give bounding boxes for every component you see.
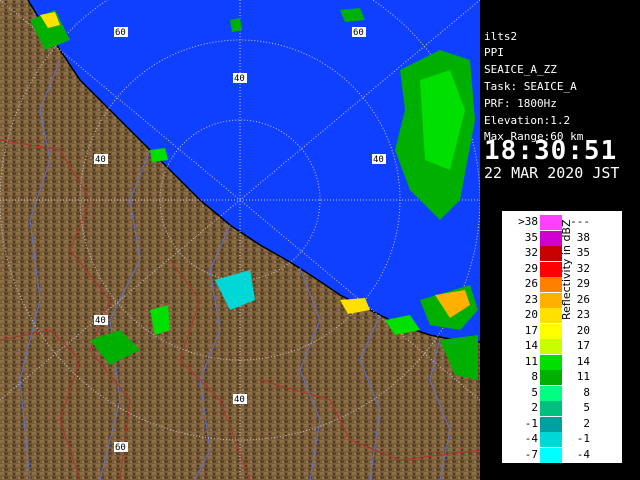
- legend-lower-bound: 11: [524, 354, 538, 368]
- legend-swatch: [540, 339, 562, 354]
- legend-swatch: [540, 230, 562, 246]
- legend-upper-bound: 17: [576, 339, 590, 352]
- legend-swatch: [540, 401, 562, 416]
- legend-row: 11 14: [502, 354, 622, 370]
- legend-lower-bound: 32: [524, 246, 538, 259]
- legend-swatch: [540, 323, 562, 339]
- prf-value: PRF: 1800Hz: [484, 97, 557, 110]
- legend-swatch: [540, 308, 562, 323]
- legend-row: -1 2: [502, 416, 622, 432]
- legend-lower-bound: 26: [524, 277, 538, 290]
- legend-swatch: [540, 215, 562, 230]
- legend-row: 8 11: [502, 370, 622, 385]
- legend-lower-bound: 23: [524, 292, 538, 306]
- legend-swatch: [540, 246, 562, 261]
- ring-label: 60: [353, 28, 364, 38]
- legend-lower-bound: -4: [524, 432, 538, 445]
- legend-lower-bound: 2: [531, 401, 538, 414]
- legend-upper-bound: 8: [583, 385, 590, 399]
- legend-row: 25: [502, 401, 622, 416]
- ring-label: 40: [234, 74, 245, 84]
- ring-label: 40: [373, 155, 384, 165]
- legend-row: 17 20: [502, 323, 622, 339]
- radar-map: 60 60 40 40 40 40 40 60: [0, 0, 480, 480]
- legend-swatch: [540, 277, 562, 292]
- legend-swatch: [540, 432, 562, 447]
- ring-label: 40: [95, 316, 106, 326]
- field-name: SEAICE_A_ZZ: [484, 63, 557, 76]
- legend-lower-bound: -1: [524, 416, 538, 430]
- product-type: PPI: [484, 46, 504, 59]
- scan-time: 18:30:51: [484, 136, 618, 166]
- scan-date: 22 MAR 2020 JST: [484, 164, 620, 182]
- legend-lower-bound: 29: [524, 261, 538, 275]
- legend-title: Reflectivity in dBZ: [560, 219, 573, 320]
- ring-label: 60: [115, 28, 126, 38]
- legend-lower-bound: 20: [524, 308, 538, 321]
- legend-swatch: [540, 292, 562, 308]
- ring-label: 40: [234, 395, 245, 405]
- legend-row: -7 -4: [502, 447, 622, 463]
- ring-label: 60: [115, 443, 126, 453]
- legend-upper-bound: -4: [576, 447, 590, 461]
- legend-lower-bound: 14: [524, 339, 538, 352]
- legend-swatch: [540, 385, 562, 401]
- legend-upper-bound: 14: [576, 354, 590, 368]
- legend-lower-bound: >38: [518, 215, 538, 228]
- task-name: Task: SEAICE_A: [484, 80, 577, 93]
- ring-label: 40: [95, 155, 106, 165]
- legend-lower-bound: 8: [531, 370, 538, 383]
- legend-swatch: [540, 261, 562, 277]
- legend-upper-bound: 2: [583, 416, 590, 430]
- legend-lower-bound: -7: [524, 447, 538, 461]
- legend-swatch: [540, 416, 562, 432]
- legend-lower-bound: 17: [524, 323, 538, 337]
- legend-row: 14 17: [502, 339, 622, 354]
- legend-upper-bound: 20: [576, 323, 590, 337]
- elevation-value: Elevation:1.2: [484, 114, 571, 127]
- legend-swatch: [540, 370, 562, 385]
- legend-upper-bound: -1: [576, 432, 590, 445]
- legend-upper-bound: 11: [576, 370, 590, 383]
- legend-row: -4 -1: [502, 432, 622, 447]
- legend-lower-bound: 5: [531, 385, 538, 399]
- legend-swatch: [540, 354, 562, 370]
- legend-row: 58: [502, 385, 622, 401]
- legend-lower-bound: 35: [524, 230, 538, 244]
- legend-swatch: [540, 447, 562, 463]
- legend-upper-bound: 5: [583, 401, 590, 414]
- station-name: ilts2: [484, 30, 518, 43]
